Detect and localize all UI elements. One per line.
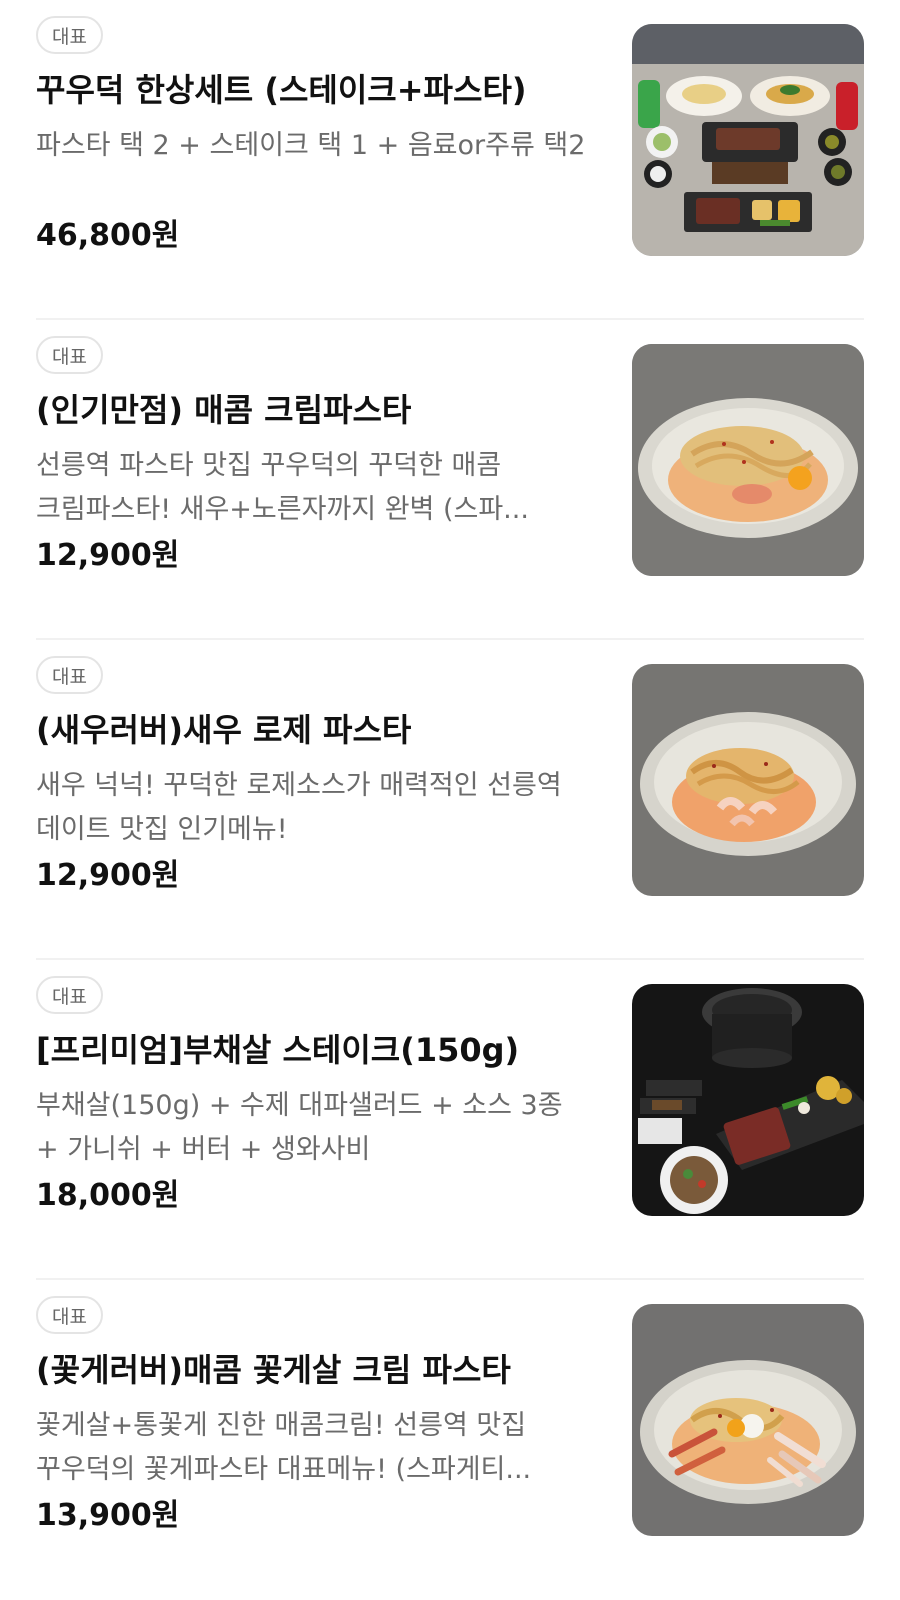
menu-item-price: 13,900원 xyxy=(36,1498,180,1533)
menu-item-name: [프리미엄]부채살 스테이크(150g) xyxy=(36,1031,520,1069)
signature-badge: 대표 xyxy=(36,336,103,374)
spicy-cream-pasta-photo[interactable] xyxy=(632,344,864,576)
menu-item-name: 꾸우덕 한상세트 (스테이크+파스타) xyxy=(36,71,527,109)
flat-iron-steak-photo[interactable] xyxy=(632,984,864,1216)
menu-item-name: (꽃게러버)매콤 꽃게살 크림 파스타 xyxy=(36,1351,511,1389)
menu-item-price: 18,000원 xyxy=(36,1178,180,1213)
menu-item-price: 12,900원 xyxy=(36,538,180,573)
menu-item-description: 파스타 택 2 + 스테이크 택 1 + 음료or주류 택2 xyxy=(36,130,586,161)
menu-item-description: 새우 넉넉! 꾸덕한 로제소스가 매력적인 선릉역 데이트 맛집 인기메뉴! xyxy=(36,770,562,845)
shrimp-rose-pasta-photo[interactable] xyxy=(632,664,864,896)
menu-item-price: 46,800원 xyxy=(36,218,180,253)
signature-badge: 대표 xyxy=(36,976,103,1014)
menu-item[interactable]: 대표 꾸우덕 한상세트 (스테이크+파스타) 파스타 택 2 + 스테이크 택 … xyxy=(0,0,900,320)
menu-item[interactable]: 대표 (새우러버)새우 로제 파스타 새우 넉넉! 꾸덕한 로제소스가 매력적인… xyxy=(0,640,900,960)
menu-item-price: 12,900원 xyxy=(36,858,180,893)
menu-item-name: (인기만점) 매콤 크림파스타 xyxy=(36,391,412,429)
signature-badge: 대표 xyxy=(36,16,103,54)
signature-badge: 대표 xyxy=(36,1296,103,1334)
menu-item-name: (새우러버)새우 로제 파스타 xyxy=(36,711,412,749)
signature-badge: 대표 xyxy=(36,656,103,694)
menu-item-description: 부채살(150g) + 수제 대파샐러드 + 소스 3종 + 가니쉬 + 버터 … xyxy=(36,1090,563,1165)
menu-item[interactable]: 대표 (꽃게러버)매콤 꽃게살 크림 파스타 꽃게살+통꽃게 진한 매콤크림! … xyxy=(0,1280,900,1600)
crab-cream-pasta-photo[interactable] xyxy=(632,1304,864,1536)
menu-item[interactable]: 대표 [프리미엄]부채살 스테이크(150g) 부채살(150g) + 수제 대… xyxy=(0,960,900,1280)
menu-item[interactable]: 대표 (인기만점) 매콤 크림파스타 선릉역 파스타 맛집 꾸우덕의 꾸덕한 매… xyxy=(0,320,900,640)
menu-list: 대표 꾸우덕 한상세트 (스테이크+파스타) 파스타 택 2 + 스테이크 택 … xyxy=(0,0,900,1600)
menu-item-description: 선릉역 파스타 맛집 꾸우덕의 꾸덕한 매콤 크림파스타! 새우+노른자까지 완… xyxy=(36,450,529,525)
set-meal-photo[interactable] xyxy=(632,24,864,256)
menu-item-description: 꽃게살+통꽃게 진한 매콤크림! 선릉역 맛집 꾸우덕의 꽃게파스타 대표메뉴!… xyxy=(36,1410,532,1485)
